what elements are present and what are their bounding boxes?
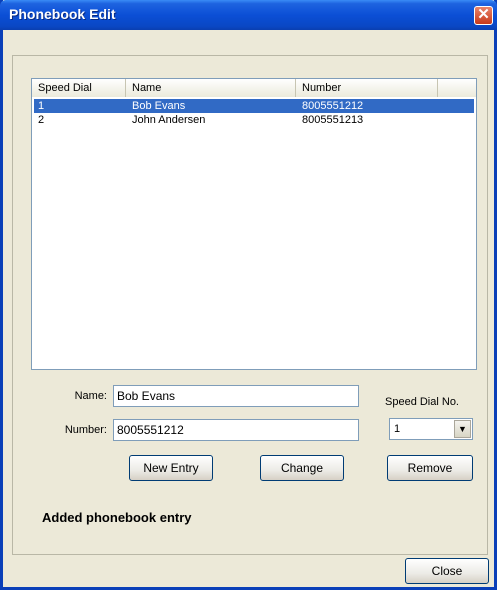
new-entry-button[interactable]: New Entry [129,455,213,481]
phonebook-list[interactable]: Speed Dial Name Number 1 Bob Evans 80055… [31,78,477,370]
cell-number: 8005551213 [302,114,364,126]
phonebook-edit-window: Phonebook Edit ✕ Speed Dial Name Number … [0,0,497,590]
list-row[interactable]: 1 Bob Evans 8005551212 [34,99,474,113]
cell-speed-dial: 1 [38,100,45,112]
speed-dial-value: 1 [394,423,401,435]
name-label: Name: [74,390,107,402]
column-header-name[interactable]: Name [126,79,296,97]
cell-number: 8005551212 [302,100,364,112]
name-field[interactable]: Bob Evans [113,385,359,407]
list-row[interactable]: 2 John Andersen 8005551213 [34,113,474,127]
status-message: Added phonebook entry [42,510,192,525]
title-bar[interactable]: Phonebook Edit ✕ [0,0,497,30]
window-title: Phonebook Edit [9,6,116,22]
column-header-filler [438,79,476,97]
number-label: Number: [64,424,107,436]
speed-dial-label: Speed Dial No. [385,396,459,408]
number-field[interactable]: 8005551212 [113,419,359,441]
column-header-speed-dial[interactable]: Speed Dial [32,79,126,97]
column-header-number[interactable]: Number [296,79,438,97]
remove-button[interactable]: Remove [387,455,473,481]
chevron-down-icon[interactable]: ▼ [454,420,471,438]
speed-dial-select[interactable]: 1 ▼ [389,418,473,440]
cell-name: John Andersen [132,114,206,126]
close-button[interactable]: Close [405,558,489,584]
change-button[interactable]: Change [260,455,344,481]
cell-name: Bob Evans [132,100,186,112]
list-header: Speed Dial Name Number [32,79,476,97]
cell-speed-dial: 2 [38,114,45,126]
close-icon[interactable]: ✕ [474,6,493,25]
